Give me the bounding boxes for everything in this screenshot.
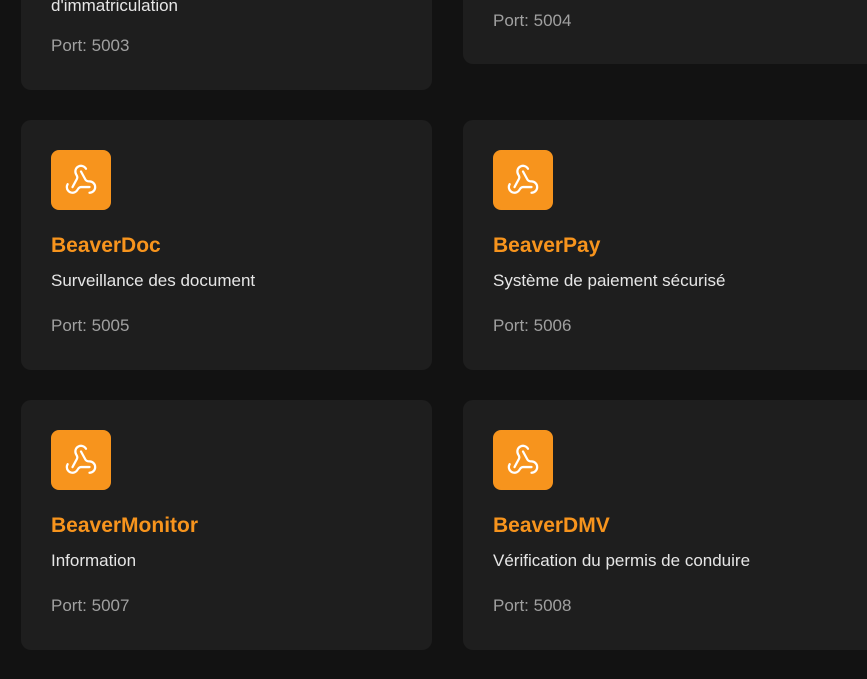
webhook-icon bbox=[51, 150, 111, 210]
service-card[interactable]: Port: 5004 bbox=[463, 0, 867, 64]
service-card-beavermonitor[interactable]: BeaverMonitor Information Port: 5007 bbox=[21, 400, 432, 650]
webhook-icon bbox=[493, 430, 553, 490]
webhook-icon bbox=[493, 150, 553, 210]
service-name: BeaverDMV bbox=[493, 514, 610, 537]
service-description: Surveillance des document bbox=[51, 271, 256, 290]
webhook-icon bbox=[51, 430, 111, 490]
service-port: Port: 5007 bbox=[51, 596, 130, 615]
service-port: Port: 5008 bbox=[493, 596, 572, 615]
service-card-beaverdoc[interactable]: BeaverDoc Surveillance des document Port… bbox=[21, 120, 432, 370]
service-description: d'immatriculation bbox=[51, 0, 179, 15]
services-grid: d'immatriculation Port: 5003 Port: 5004 … bbox=[0, 0, 867, 679]
service-port: Port: 5006 bbox=[493, 316, 572, 335]
service-port: Port: 5005 bbox=[51, 316, 130, 335]
service-description: Système de paiement sécurisé bbox=[493, 271, 726, 290]
service-port: Port: 5003 bbox=[51, 36, 130, 55]
service-name: BeaverMonitor bbox=[51, 514, 199, 537]
service-card-beaverpay[interactable]: BeaverPay Système de paiement sécurisé P… bbox=[463, 120, 867, 370]
service-description: Vérification du permis de conduire bbox=[493, 551, 751, 570]
service-card-beaverdmv[interactable]: BeaverDMV Vérification du permis de cond… bbox=[463, 400, 867, 650]
service-name: BeaverDoc bbox=[51, 234, 161, 257]
service-card[interactable]: d'immatriculation Port: 5003 bbox=[21, 0, 432, 90]
service-port: Port: 5004 bbox=[493, 11, 572, 30]
service-description: Information bbox=[51, 551, 137, 570]
service-name: BeaverPay bbox=[493, 234, 601, 257]
